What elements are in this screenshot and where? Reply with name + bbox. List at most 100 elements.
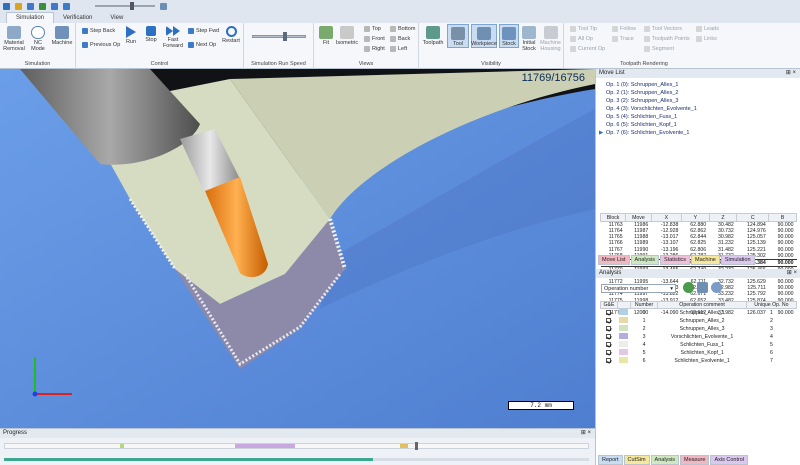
nc-mode-button[interactable]: NC Mode	[28, 26, 48, 52]
visibility-checkbox[interactable]	[601, 317, 618, 325]
color-cell[interactable]	[617, 325, 630, 333]
color-cell[interactable]	[617, 341, 630, 349]
speed-slider-mini[interactable]	[95, 2, 155, 10]
tab-statistics[interactable]: Statistics	[660, 255, 691, 265]
tab-machine[interactable]: Machine	[691, 255, 720, 265]
analysis-col-1[interactable]	[616, 301, 631, 309]
tab-view[interactable]: View	[101, 13, 132, 23]
right-view-button[interactable]: Right	[364, 46, 385, 52]
color-swatch[interactable]	[619, 317, 629, 323]
speed-slider-thumb[interactable]	[283, 32, 287, 41]
segment-toggle[interactable]: Segment	[644, 46, 674, 52]
toolpath-button[interactable]: Toolpath	[421, 26, 445, 46]
operation-timeline[interactable]	[4, 442, 589, 450]
analysis-row[interactable]: 6 Schlichten_Evolvente_1 7	[601, 357, 797, 365]
analysis-col-0[interactable]: G&E	[600, 301, 618, 309]
move-list-pin-icon[interactable]: ⊞ ×	[786, 69, 796, 78]
run-icon[interactable]	[39, 2, 46, 10]
operation-item-1[interactable]: Op. 1 (0): Schruppen_Alles_1	[600, 81, 796, 89]
next-op-button[interactable]: Next Op	[188, 42, 216, 48]
tab-report[interactable]: Report	[598, 455, 623, 465]
top-view-button[interactable]: Top	[364, 26, 381, 32]
operation-item-2[interactable]: Op. 2 (1): Schruppen_Alles_2	[600, 89, 796, 97]
stock-toggle[interactable]: Stock	[499, 24, 519, 48]
operation-item-3[interactable]: Op. 3 (2): Schruppen_Alles_3	[600, 97, 796, 105]
run-button[interactable]: Run	[124, 26, 138, 45]
color-swatch[interactable]	[619, 357, 629, 363]
initial-stock-toggle[interactable]: Initial Stock	[521, 26, 537, 52]
toolpath-points-toggle[interactable]: Toolpath Points	[644, 36, 690, 42]
previous-op-button[interactable]: Previous Op	[82, 42, 120, 48]
tab-move-list[interactable]: Move List	[598, 255, 630, 265]
stop-button[interactable]: Stop	[144, 26, 158, 43]
move-col-c[interactable]: C	[736, 213, 770, 222]
checkbox-checked-icon[interactable]	[606, 309, 612, 315]
tool-toggle[interactable]: Tool	[447, 24, 469, 48]
fast-forward-button[interactable]: Fast Forward	[162, 26, 184, 49]
back-view-button[interactable]: Back	[390, 36, 410, 42]
analysis-col-2[interactable]: Number	[629, 301, 659, 309]
step-fwd-button[interactable]: Step Fwd	[188, 28, 219, 34]
move-col-z[interactable]: Z	[708, 213, 738, 222]
app-icon[interactable]	[3, 2, 10, 10]
tab-analysis-report[interactable]: Analysis	[650, 455, 680, 465]
analysis-col-4[interactable]: Unique Op. No	[745, 301, 798, 309]
color-cell[interactable]	[617, 309, 630, 318]
visibility-checkbox[interactable]	[601, 309, 618, 318]
operation-item-6[interactable]: Op. 6 (5): Schlichten_Kopf_1	[600, 121, 796, 129]
color-settings-icon[interactable]	[697, 282, 708, 293]
machine-button[interactable]: Machine	[51, 26, 73, 46]
color-swatch[interactable]	[619, 325, 629, 331]
tab-axis-control[interactable]: Axis Control	[710, 455, 749, 465]
checkbox-checked-icon[interactable]	[606, 357, 612, 363]
analysis-mode-select[interactable]: Operation number ▾	[601, 284, 676, 293]
fit-button[interactable]: Fit	[317, 26, 335, 46]
machine-housing-toggle[interactable]: Machine Housing	[538, 26, 563, 52]
operation-item-7[interactable]: ▶ Op. 7 (6): Schlichten_Evolvente_1	[599, 129, 796, 137]
analysis-col-3[interactable]: Operation comment	[657, 301, 747, 309]
analysis-row[interactable]: 0 Schruppen_Alles_1 1	[601, 309, 797, 318]
tab-analysis[interactable]: Analysis	[630, 255, 660, 265]
leads-toggle[interactable]: Leads	[696, 26, 719, 32]
help-icon[interactable]	[160, 2, 167, 10]
all-op-toggle[interactable]: All Op	[570, 36, 593, 42]
visibility-checkbox[interactable]	[601, 325, 618, 333]
checkbox-checked-icon[interactable]	[606, 325, 612, 331]
move-col-b[interactable]: B	[768, 213, 797, 222]
tool-tip-toggle[interactable]: Tool Tip	[570, 26, 597, 32]
color-cell[interactable]	[617, 349, 630, 357]
checkbox-checked-icon[interactable]	[606, 341, 612, 347]
visibility-checkbox[interactable]	[601, 357, 618, 365]
move-col-y[interactable]: Y	[680, 213, 710, 222]
follow-toggle[interactable]: Follow	[612, 26, 636, 32]
isometric-button[interactable]: Isometric	[334, 26, 360, 46]
links-toggle[interactable]: Links	[696, 36, 717, 42]
color-cell[interactable]	[617, 317, 630, 325]
tab-cutsim[interactable]: CutSim	[623, 455, 650, 465]
pin-close-icon[interactable]: ⊞ ×	[581, 429, 591, 438]
move-col-block[interactable]: Block	[599, 213, 627, 222]
current-op-toggle[interactable]: Current Op	[570, 46, 605, 52]
step-icon[interactable]	[63, 2, 70, 10]
analysis-row[interactable]: 5 Schlichten_Kopf_1 6	[601, 349, 797, 357]
step-back-button[interactable]: Step Back	[82, 28, 115, 34]
analysis-pin-icon[interactable]: ⊞ ×	[787, 269, 797, 278]
color-swatch[interactable]	[619, 341, 629, 347]
color-cell[interactable]	[617, 357, 630, 365]
color-swatch[interactable]	[619, 349, 629, 355]
tab-simulation-panel[interactable]: Simulation	[720, 255, 755, 265]
save-icon[interactable]	[27, 2, 34, 10]
bottom-view-button[interactable]: Bottom	[390, 26, 415, 32]
move-col-x[interactable]: X	[650, 213, 682, 222]
color-swatch[interactable]	[619, 309, 629, 315]
stop-icon[interactable]	[51, 2, 58, 10]
tab-simulation[interactable]: Simulation	[6, 12, 55, 23]
checkbox-checked-icon[interactable]	[606, 333, 612, 339]
restart-button[interactable]: Restart	[221, 26, 241, 44]
front-view-button[interactable]: Front	[364, 36, 385, 42]
workpiece-toggle[interactable]: Workpiece	[471, 24, 497, 48]
material-removal-button[interactable]: Material Removal	[3, 26, 25, 52]
left-view-button[interactable]: Left	[390, 46, 407, 52]
analysis-row[interactable]: 4 Schlichten_Fuss_1 5	[601, 341, 797, 349]
trace-toggle[interactable]: Trace	[612, 36, 634, 42]
